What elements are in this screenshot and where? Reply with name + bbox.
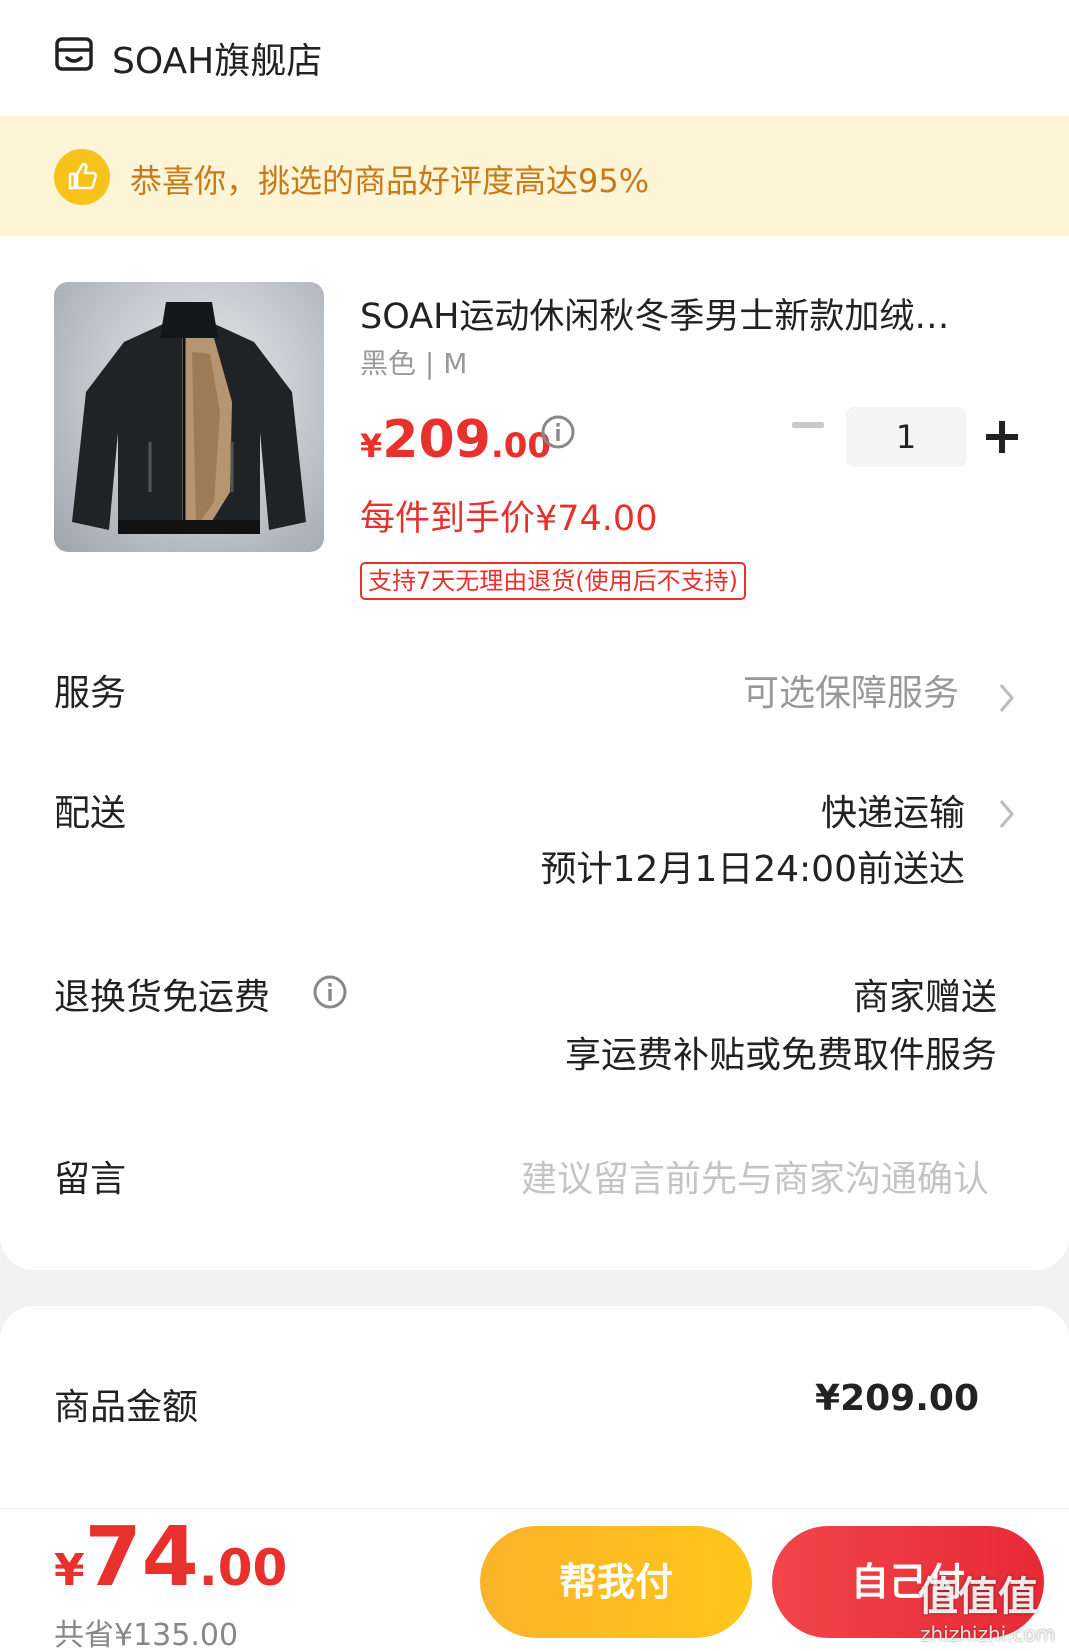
delivery-label: 配送 [54, 793, 127, 834]
return-shipping-value: 商家赠送 [852, 977, 997, 1018]
return-policy-tag: 支持7天无理由退货(使用后不支持) [360, 562, 746, 600]
price-info-icon[interactable] [540, 414, 576, 450]
total-price: ¥74.00 [54, 1510, 287, 1605]
quantity-decrease-button[interactable] [792, 422, 824, 428]
product-spec[interactable]: 黑色 | M [360, 342, 467, 382]
watermark: 值值值 [918, 1574, 1038, 1620]
service-value[interactable]: 可选保障服务 [743, 664, 959, 716]
watermark-url: zhizhizhi.com [920, 1622, 1056, 1646]
total-decimal: .00 [198, 1539, 288, 1597]
message-label: 留言 [54, 1159, 127, 1200]
help-me-pay-button[interactable]: 帮我付 [480, 1526, 752, 1638]
message-input[interactable]: 建议留言前先与商家沟通确认 [521, 1150, 989, 1202]
store-name: SOAH旗舰店 [112, 41, 323, 82]
service-label: 服务 [54, 673, 127, 714]
rating-banner-text: 恭喜你，挑选的商品好评度高达95% [130, 162, 650, 200]
saved-amount: 共省¥135.00 [54, 1618, 239, 1651]
quantity-input[interactable]: 1 [846, 407, 966, 467]
quantity-increase-button[interactable] [986, 421, 1018, 453]
chevron-right-icon[interactable] [998, 682, 1016, 714]
return-shipping-info-icon[interactable] [312, 974, 348, 1010]
product-price: ¥209.00 [360, 410, 551, 470]
return-shipping-label: 退换货免运费 [54, 977, 271, 1018]
store-bar[interactable]: SOAH旗舰店 [0, 0, 1069, 116]
thumbs-up-icon [54, 149, 110, 205]
return-shipping-sub: 享运费补贴或免费取件服务 [564, 1035, 997, 1076]
goods-amount-value: ¥209.00 [815, 1378, 979, 1419]
order-card: SOAH旗舰店 恭喜你，挑选的商品好评度高达95% SOAH运动休闲秋冬季男士新… [0, 0, 1069, 1270]
product-image[interactable] [54, 282, 324, 552]
delivery-method[interactable]: 快递运输 [821, 784, 965, 836]
goods-amount-label: 商品金额 [54, 1387, 199, 1428]
total-currency: ¥ [54, 1545, 85, 1596]
price-integer: 209 [382, 410, 491, 470]
chevron-right-icon[interactable] [998, 798, 1016, 830]
delivery-estimate: 预计12月1日24:00前送达 [540, 849, 965, 890]
product-title[interactable]: SOAH运动休闲秋冬季男士新款加绒… [360, 288, 1020, 339]
price-currency: ¥ [360, 427, 383, 465]
total-integer: 74 [84, 1510, 199, 1605]
unit-price: 每件到手价¥74.00 [360, 499, 658, 539]
store-icon [55, 37, 93, 71]
